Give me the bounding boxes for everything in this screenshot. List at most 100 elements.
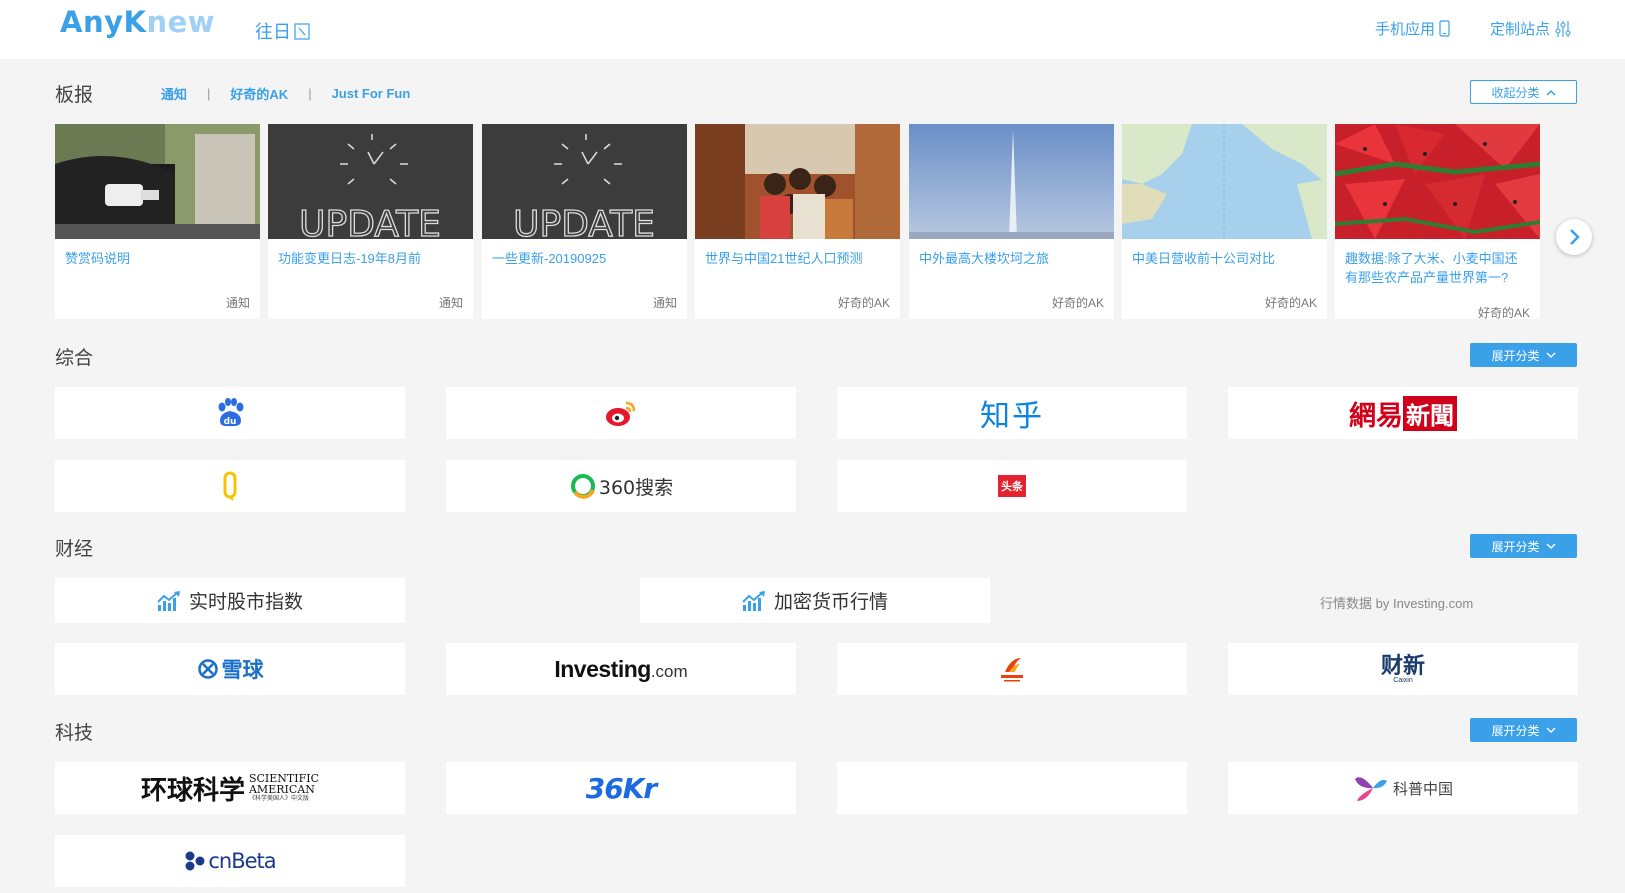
cat-separator: | bbox=[308, 86, 312, 101]
cat-separator: | bbox=[207, 86, 211, 101]
site-tile-360search[interactable]: 360搜索 bbox=[446, 460, 796, 512]
site-tile-scientific-american[interactable]: 环球科学 SCIENTIFIC AMERICAN 《科学美国人》中文版 bbox=[55, 762, 405, 814]
card-tag: 通知 bbox=[652, 296, 677, 310]
capsule-logo-icon bbox=[223, 471, 237, 501]
cnbeta-dots-icon bbox=[185, 851, 205, 871]
site-tile-kepu[interactable]: 科普中国 bbox=[1228, 762, 1578, 814]
cat-link-notice[interactable]: 通知 bbox=[161, 84, 187, 103]
card-title: 中美日营收前十公司对比 bbox=[1132, 251, 1276, 266]
site-tile-netease[interactable]: 網易 新聞 bbox=[1228, 387, 1578, 439]
logo-any: Any bbox=[60, 5, 124, 39]
site-logo[interactable]: AnyKnew bbox=[60, 5, 215, 39]
history-label: 往日 bbox=[255, 22, 291, 42]
card-image-update-chalkboard: UPDATE bbox=[268, 124, 473, 246]
card-image-watermelon bbox=[1335, 124, 1540, 239]
card-tag: 好奇的AK bbox=[1264, 296, 1317, 310]
data-source-note[interactable]: 行情数据 by Investing.com bbox=[1320, 593, 1473, 612]
cnbeta-logo: cnBeta bbox=[208, 849, 276, 873]
xueqiu-logo: 雪球 bbox=[221, 659, 264, 682]
board-card[interactable]: UPDATE 一些更新-20190925 通知 bbox=[482, 124, 687, 319]
investing-logo-a: Investing bbox=[554, 655, 651, 682]
board-card[interactable]: 赞赏码说明 通知 bbox=[55, 124, 260, 319]
stock-index-label: 实时股市指数 bbox=[188, 592, 303, 613]
site-tile-qq-browser[interactable] bbox=[55, 460, 405, 512]
investing-logo-b: .com bbox=[650, 661, 688, 681]
board-card[interactable]: 趣数据:除了大米、小麦中国还有那些农产品产量世界第一? 好奇的AK bbox=[1335, 124, 1540, 319]
mobile-app-link[interactable]: 手机应用 bbox=[1375, 18, 1450, 39]
stock-index-button[interactable]: 实时股市指数 bbox=[55, 578, 405, 623]
card-image-ev-charger bbox=[55, 124, 260, 239]
site-tile-zhihu[interactable]: 知乎 bbox=[837, 387, 1187, 439]
general-title: 综合 bbox=[55, 348, 94, 369]
board-category-links: 通知 | 好奇的AK | Just For Fun bbox=[161, 84, 410, 103]
sciam-en-line2: AMERICAN bbox=[248, 783, 315, 796]
card-title: 功能变更日志-19年8月前 bbox=[278, 251, 422, 266]
360-ring-icon bbox=[570, 474, 595, 499]
crypto-quote-button[interactable]: 加密货币行情 bbox=[640, 578, 990, 623]
card-image-text: UPDATE bbox=[299, 204, 441, 239]
chevron-down-icon bbox=[1545, 726, 1556, 733]
sciam-logo-en: SCIENTIFIC AMERICAN 《科学美国人》中文版 bbox=[249, 773, 319, 803]
expand-label: 展开分类 bbox=[1491, 539, 1540, 554]
collapse-category-button[interactable]: 收起分类 bbox=[1470, 80, 1577, 104]
card-image-skyscraper bbox=[909, 124, 1114, 239]
custom-site-link[interactable]: 定制站点 bbox=[1490, 18, 1572, 39]
site-tile-xueqiu[interactable]: 雪球 bbox=[55, 643, 405, 695]
card-title: 趣数据:除了大米、小麦中国还有那些农产品产量世界第一? bbox=[1345, 251, 1518, 285]
site-tile-baidu[interactable]: du bbox=[55, 387, 405, 439]
toutiao-logo: 头条 bbox=[998, 475, 1026, 497]
netease-logo-a: 網易 bbox=[1349, 400, 1403, 431]
board-card[interactable]: 世界与中国21世纪人口预测 好奇的AK bbox=[695, 124, 900, 319]
eastmoney-logo-icon bbox=[1001, 658, 1023, 682]
crypto-quote-label: 加密货币行情 bbox=[773, 592, 888, 613]
card-image-text: UPDATE bbox=[513, 204, 655, 239]
svg-text:du: du bbox=[224, 417, 237, 427]
360search-logo: 360搜索 bbox=[598, 476, 674, 499]
netease-logo-b: 新聞 bbox=[1403, 395, 1457, 431]
zhihu-logo: 知乎 bbox=[980, 399, 1044, 434]
weibo-icon bbox=[606, 401, 636, 426]
site-tile-investing[interactable]: Investing .com bbox=[446, 643, 796, 695]
cat-link-ak[interactable]: 好奇的AK bbox=[230, 84, 288, 103]
caixin-logo: 财新 bbox=[1380, 652, 1425, 678]
carousel-next-button[interactable] bbox=[1556, 219, 1592, 255]
card-image-update-chalkboard: UPDATE bbox=[482, 124, 687, 246]
card-image-map bbox=[1122, 124, 1327, 239]
phone-icon bbox=[1439, 20, 1450, 37]
site-tile-weibo[interactable] bbox=[446, 387, 796, 439]
expand-category-button[interactable]: 展开分类 bbox=[1470, 718, 1577, 742]
chevron-right-icon bbox=[1570, 229, 1580, 245]
card-tag: 好奇的AK bbox=[1051, 296, 1104, 310]
36kr-logo: 36Kr bbox=[585, 771, 657, 805]
logo-new: new bbox=[146, 5, 216, 39]
board-card[interactable]: UPDATE 功能变更日志-19年8月前 通知 bbox=[268, 124, 473, 319]
card-tag: 通知 bbox=[438, 296, 463, 310]
card-tag: 通知 bbox=[225, 296, 250, 310]
site-tile-caixin[interactable]: 财新 Caixin bbox=[1228, 643, 1578, 695]
sciam-logo-cn: 环球科学 bbox=[140, 775, 245, 806]
calendar-icon bbox=[294, 23, 310, 40]
sciam-sub: 《科学美国人》中文版 bbox=[248, 795, 309, 802]
caixin-sub: Caixin bbox=[1393, 676, 1413, 684]
top-bar: AnyKnew 往日 手机应用 定制站点 bbox=[0, 0, 1625, 59]
expand-category-button[interactable]: 展开分类 bbox=[1470, 534, 1577, 558]
board-title: 板报 bbox=[55, 85, 94, 106]
cat-link-fun[interactable]: Just For Fun bbox=[332, 86, 411, 101]
site-tile-cnbeta[interactable]: cnBeta bbox=[55, 835, 405, 887]
history-link[interactable]: 往日 bbox=[255, 18, 310, 44]
site-tile-36kr[interactable]: 36Kr bbox=[446, 762, 796, 814]
chevron-down-icon bbox=[1545, 351, 1556, 358]
chart-up-icon bbox=[157, 590, 180, 611]
kepu-logo: 科普中国 bbox=[1392, 780, 1453, 798]
kepu-butterfly-icon bbox=[1354, 777, 1387, 801]
board-card[interactable]: 中外最高大楼坎坷之旅 好奇的AK bbox=[909, 124, 1114, 319]
sliders-icon bbox=[1555, 20, 1571, 37]
expand-category-button[interactable]: 展开分类 bbox=[1470, 343, 1577, 367]
card-image-children bbox=[695, 124, 900, 239]
site-tile-empty[interactable] bbox=[837, 762, 1187, 814]
xueqiu-icon bbox=[197, 659, 218, 679]
site-tile-toutiao[interactable]: 头条 bbox=[837, 460, 1187, 512]
board-card[interactable]: 中美日营收前十公司对比 好奇的AK bbox=[1122, 124, 1327, 319]
custom-label: 定制站点 bbox=[1490, 21, 1551, 38]
site-tile-eastmoney[interactable] bbox=[837, 643, 1187, 695]
